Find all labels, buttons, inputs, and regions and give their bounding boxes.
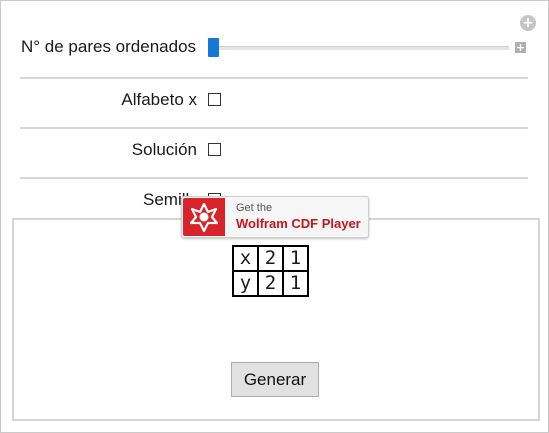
badge-line1: Get the — [236, 202, 273, 214]
table-cell: 2 — [257, 245, 284, 272]
cdf-player-badge[interactable]: Get the Wolfram CDF Player — [181, 196, 369, 238]
pairs-label: N° de pares ordenados — [21, 37, 197, 56]
plus-box-icon[interactable]: + — [515, 42, 526, 53]
divider — [20, 77, 528, 79]
solution-label: Solución — [131, 140, 197, 159]
pairs-slider-thumb[interactable] — [208, 38, 219, 57]
table-cell: y — [232, 270, 259, 297]
wolfram-spikey-icon — [183, 198, 225, 236]
plus-circle-icon[interactable]: + — [520, 15, 536, 31]
generate-button[interactable]: Generar — [231, 362, 319, 397]
table-cell: 1 — [282, 270, 309, 297]
table-row: x 2 1 — [232, 245, 309, 272]
table-row: y 2 1 — [232, 270, 309, 297]
pairs-table: x 2 1 y 2 1 — [232, 245, 309, 297]
table-cell: x — [232, 245, 259, 272]
table-cell: 2 — [257, 270, 284, 297]
divider — [20, 127, 528, 129]
divider — [20, 177, 528, 179]
table-cell: 1 — [282, 245, 309, 272]
alphabet-checkbox[interactable] — [208, 93, 221, 106]
alphabet-label: Alfabeto x — [121, 90, 197, 109]
pairs-slider-track[interactable] — [218, 46, 509, 50]
solution-checkbox[interactable] — [208, 143, 221, 156]
badge-line2: Wolfram CDF Player — [236, 216, 361, 231]
